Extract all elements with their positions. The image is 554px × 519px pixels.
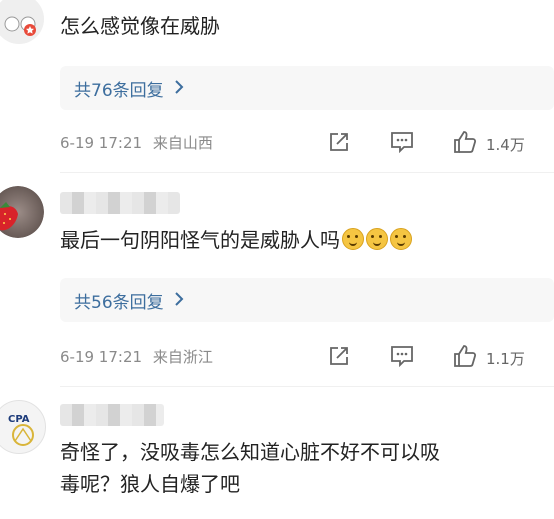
username-blurred[interactable] <box>60 404 164 426</box>
comment-icon <box>390 345 414 371</box>
comment-text: 奇怪了，没吸毒怎么知道心脏不好不可以吸 毒呢？狼人自爆了吧 <box>60 436 554 500</box>
replies-button[interactable]: 共76条回复 <box>60 66 554 110</box>
username-blurred[interactable] <box>60 192 180 214</box>
share-icon <box>328 131 350 157</box>
comment-location: 来自山西 <box>152 134 213 152</box>
replies-button[interactable]: 共56条回复 <box>60 278 554 322</box>
emoji-icon <box>342 228 364 250</box>
comment-button[interactable] <box>390 131 414 157</box>
like-button[interactable]: 1.4万 <box>452 130 525 158</box>
divider <box>60 386 554 387</box>
replies-label: 共56条回复 <box>74 292 164 313</box>
comment-location: 来自浙江 <box>152 348 213 366</box>
chevron-right-icon <box>174 79 184 98</box>
like-button[interactable]: 1.1万 <box>452 344 525 372</box>
share-button[interactable] <box>328 345 350 371</box>
emoji-icon <box>366 228 388 250</box>
comment-text: 最后一句阴阳怪气的是威胁人吗 <box>60 224 412 256</box>
thumbs-up-icon <box>452 344 478 372</box>
comment-time: 6-19 17:21 <box>60 348 143 366</box>
comment-text-line: 奇怪了，没吸毒怎么知道心脏不好不可以吸 <box>60 440 440 464</box>
avatar-image <box>12 424 34 446</box>
comment-text-line: 毒呢？狼人自爆了吧 <box>60 472 240 496</box>
comment-button[interactable] <box>390 345 414 371</box>
comment-meta: 6-19 17:21 来自山西 <box>60 132 213 153</box>
replies-label: 共76条回复 <box>74 80 164 101</box>
share-icon <box>328 345 350 371</box>
comment-icon <box>390 131 414 157</box>
share-button[interactable] <box>328 131 350 157</box>
chevron-right-icon <box>174 291 184 310</box>
avatar[interactable] <box>0 186 44 238</box>
avatar-image <box>0 186 44 238</box>
like-count: 1.1万 <box>486 349 525 368</box>
avatar-label: CPA <box>8 414 30 425</box>
comment-text: 怎么感觉像在威胁 <box>60 14 220 38</box>
avatar-image <box>0 0 44 44</box>
avatar[interactable] <box>0 0 44 44</box>
comment-meta: 6-19 17:21 来自浙江 <box>60 346 213 367</box>
comment-time: 6-19 17:21 <box>60 134 143 152</box>
divider <box>60 172 554 173</box>
like-count: 1.4万 <box>486 135 525 154</box>
thumbs-up-icon <box>452 130 478 158</box>
comment-text-content: 最后一句阴阳怪气的是威胁人吗 <box>60 228 340 252</box>
emoji-icon <box>390 228 412 250</box>
avatar[interactable] <box>0 400 46 454</box>
